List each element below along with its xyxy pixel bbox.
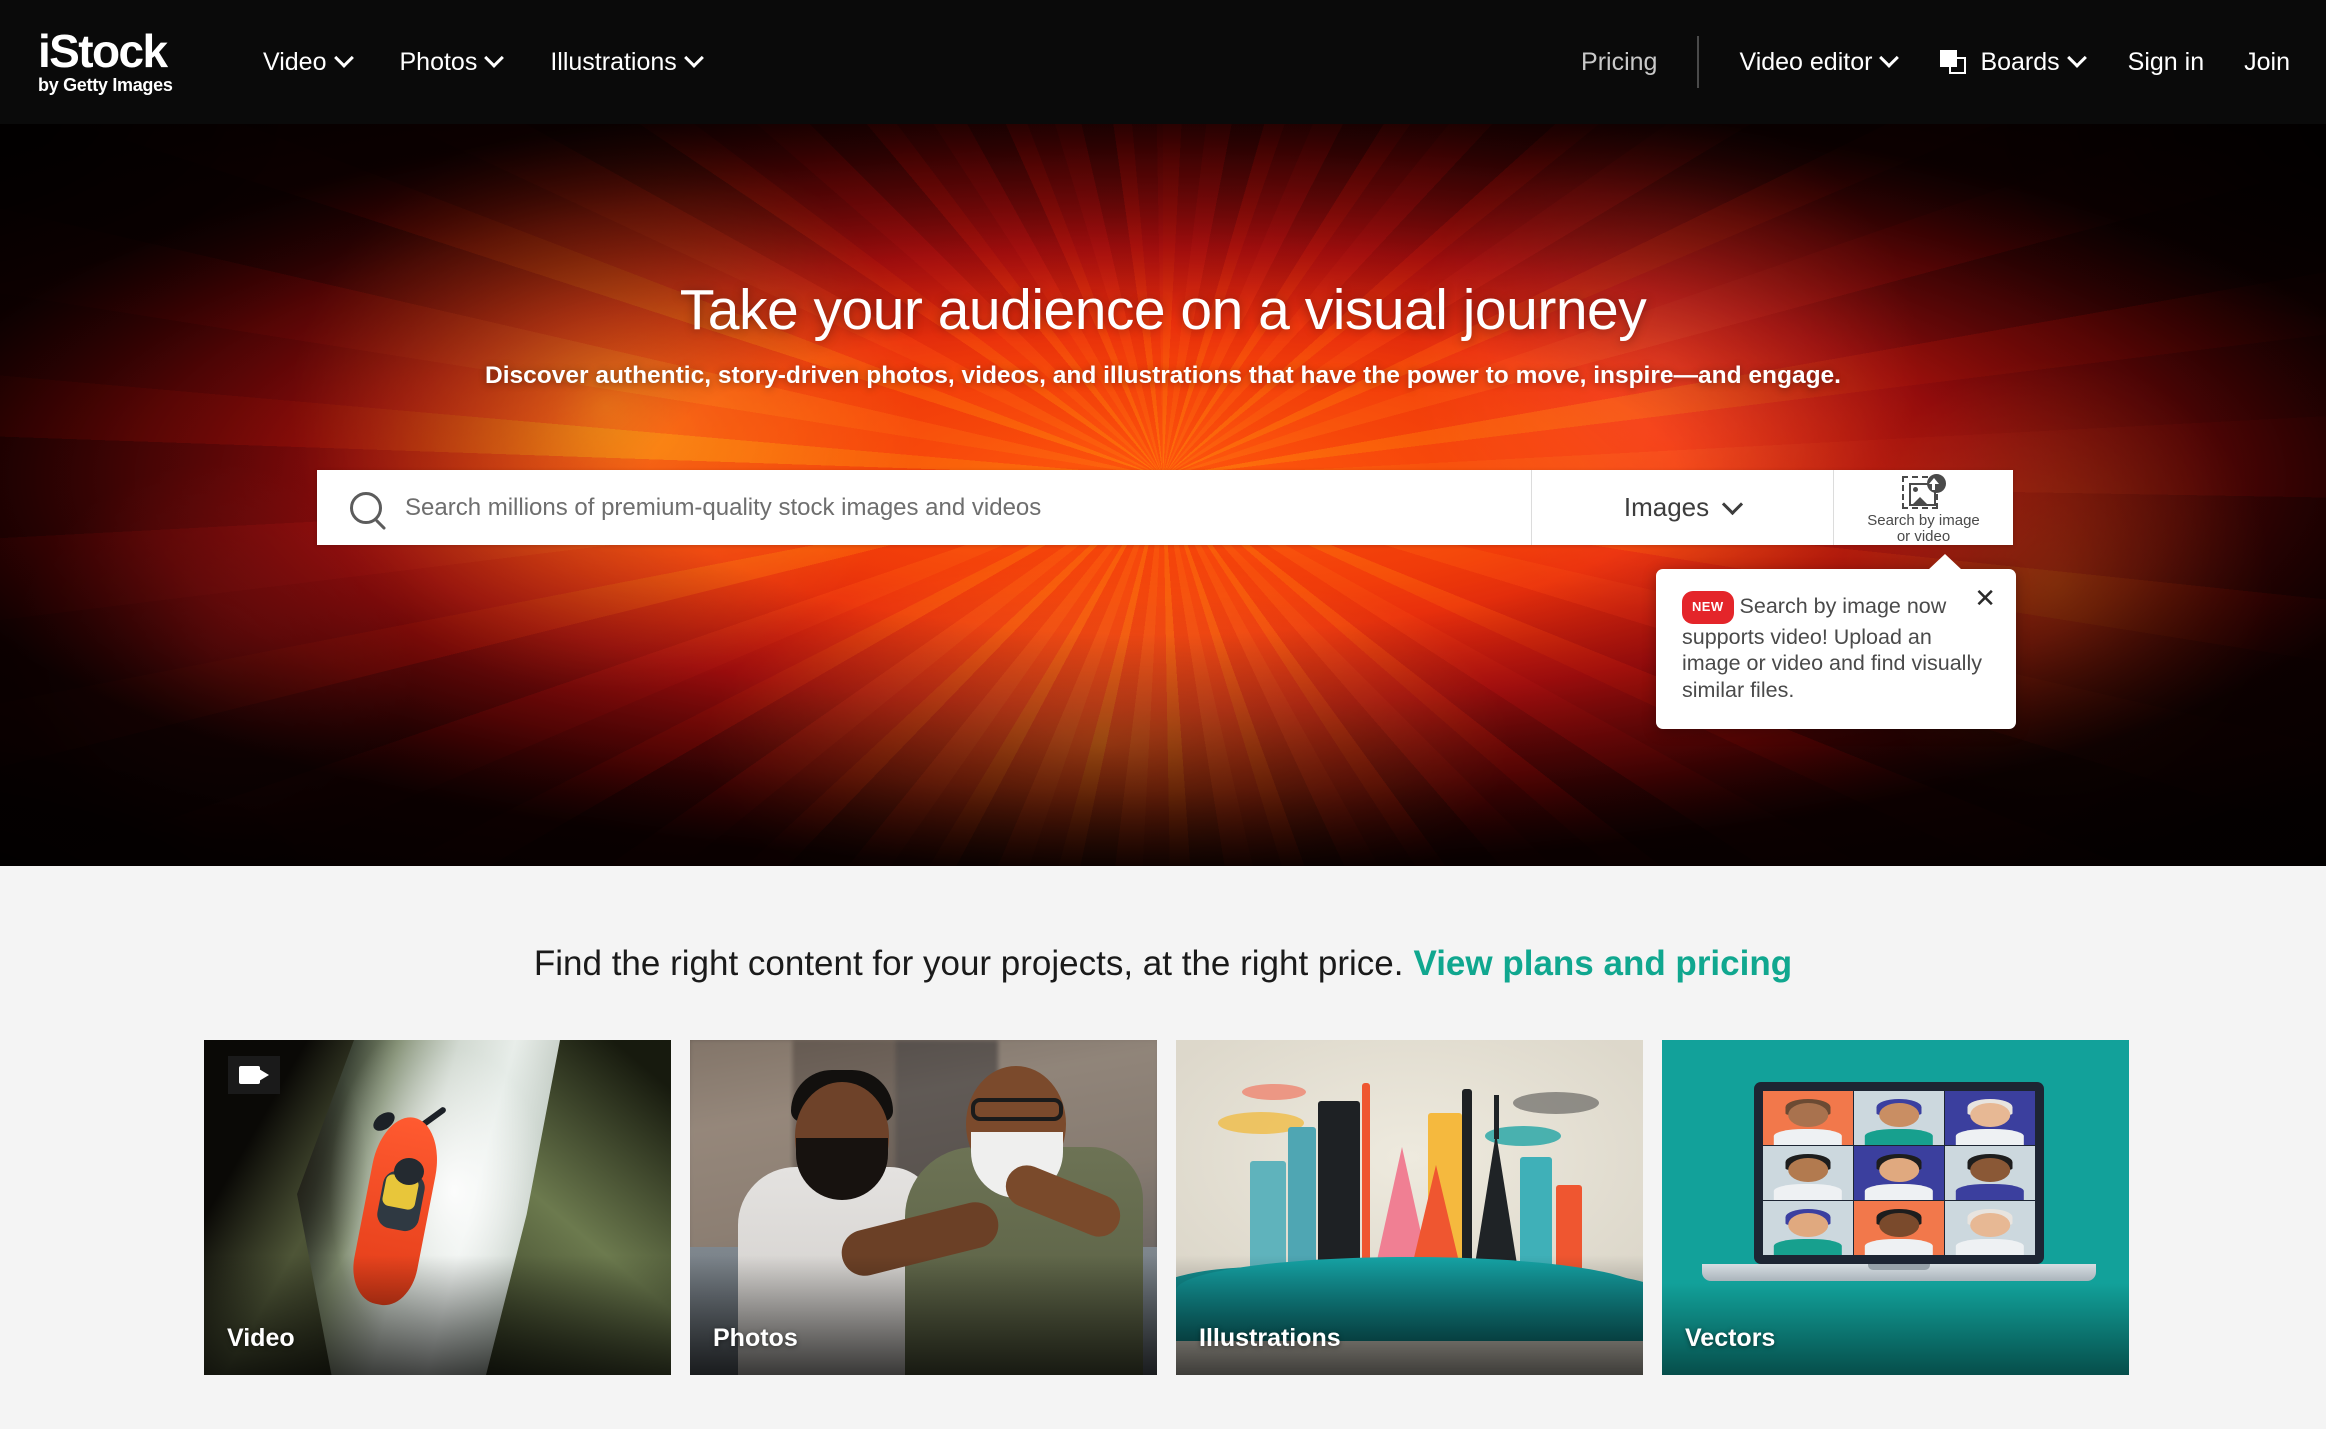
chevron-down-icon <box>487 51 503 67</box>
category-card-grid: Video Photos Illustrations Vectors <box>204 1040 2129 1375</box>
istock-logo[interactable]: iStock by Getty Images <box>38 24 218 96</box>
category-card-vectors[interactable]: Vectors <box>1662 1040 2129 1375</box>
decorative-laptop-screen <box>1754 1082 2044 1264</box>
search-by-image-line2: or video <box>1896 528 1951 545</box>
search-by-image-button[interactable]: Search by image or video <box>1833 470 2013 545</box>
decorative-participant <box>1945 1146 2035 1200</box>
category-card-label-video: Video <box>227 1324 295 1352</box>
card-scrim <box>204 1255 671 1375</box>
primary-nav: Video Photos Illustrations <box>263 48 703 77</box>
chevron-down-icon <box>2070 51 2086 67</box>
category-card-photos[interactable]: Photos <box>690 1040 1157 1375</box>
nav-item-video[interactable]: Video <box>263 48 353 77</box>
sign-in-link[interactable]: Sign in <box>2128 48 2204 77</box>
chevron-down-icon <box>687 51 703 67</box>
nav-item-pricing[interactable]: Pricing <box>1581 48 1657 77</box>
nav-label-photos: Photos <box>399 47 478 76</box>
nav-label-video: Video <box>263 47 327 76</box>
boards-icon <box>1940 50 1967 74</box>
hero-subtitle: Discover authentic, story-driven photos,… <box>485 362 1841 389</box>
decorative-participant <box>1763 1091 1853 1145</box>
content-type-value: Images <box>1623 492 1710 522</box>
video-badge <box>228 1056 280 1094</box>
decorative-participant <box>1854 1146 1944 1200</box>
search-by-image-tooltip: ✕ NEW Search by image now supports video!… <box>1656 554 2016 729</box>
category-card-label-photos: Photos <box>713 1324 798 1352</box>
chevron-down-icon <box>1725 497 1741 513</box>
pricing-strip-text: Find the right content for your projects… <box>533 944 1404 983</box>
search-icon <box>350 491 382 524</box>
site-header: iStock by Getty Images Video Photos Illu… <box>0 0 2326 124</box>
search-by-image-label: Search by image or video <box>1867 513 1980 545</box>
hero-title: Take your audience on a visual journey <box>679 278 1647 342</box>
nav-item-boards[interactable]: Boards <box>1940 48 2085 77</box>
card-scrim <box>690 1255 1157 1375</box>
secondary-nav: Pricing Video editor Boards Sign in Join <box>1581 36 2290 88</box>
decorative-participant <box>1945 1091 2035 1145</box>
decorative-video-call-grid <box>1763 1091 2035 1255</box>
logo-tagline: by Getty Images <box>38 74 173 95</box>
chevron-down-icon <box>1882 51 1898 67</box>
decorative-laptop <box>1702 1082 2096 1281</box>
decorative-participant <box>1763 1201 1853 1255</box>
tooltip-text: NEW Search by image now supports video! U… <box>1682 591 1990 703</box>
chevron-down-icon <box>337 51 353 67</box>
decorative-kayaker-helmet <box>394 1158 424 1185</box>
nav-item-illustrations[interactable]: Illustrations <box>550 48 702 77</box>
nav-item-photos[interactable]: Photos <box>400 48 504 77</box>
new-badge: NEW <box>1682 591 1734 624</box>
nav-label-boards: Boards <box>1980 47 2060 76</box>
category-card-label-illustrations: Illustrations <box>1199 1324 1341 1352</box>
category-card-video[interactable]: Video <box>204 1040 671 1375</box>
decorative-laptop-notch <box>1868 1264 1930 1270</box>
category-card-illustrations[interactable]: Illustrations <box>1176 1040 1643 1375</box>
search-field[interactable] <box>317 470 1531 545</box>
decorative-person-two-glasses <box>971 1098 1063 1121</box>
join-link[interactable]: Join <box>2244 48 2290 77</box>
logo-wordmark: iStock <box>38 24 168 77</box>
search-input[interactable] <box>405 493 1531 522</box>
nav-label-video-editor: Video editor <box>1739 47 1873 76</box>
pricing-strip: Find the right content for your projects… <box>0 944 2326 984</box>
decorative-tower-spire <box>1494 1095 1499 1139</box>
view-plans-and-pricing-link[interactable]: View plans and pricing <box>1414 944 1793 983</box>
search-by-image-line1: Search by image <box>1867 512 1980 529</box>
content-section: Find the right content for your projects… <box>0 866 2326 1429</box>
nav-divider <box>1697 36 1700 88</box>
decorative-participant <box>1945 1201 2035 1255</box>
decorative-participant <box>1854 1201 1944 1255</box>
decorative-participant <box>1854 1091 1944 1145</box>
video-camera-icon <box>239 1066 269 1084</box>
search-bar: Images Search by image or video <box>317 470 2013 545</box>
decorative-cloud <box>1513 1092 1599 1114</box>
image-upload-icon <box>1901 474 1946 509</box>
hero-banner: Take your audience on a visual journey D… <box>0 124 2326 866</box>
content-type-dropdown[interactable]: Images <box>1531 470 1833 545</box>
close-icon[interactable]: ✕ <box>1974 585 1996 611</box>
category-card-label-vectors: Vectors <box>1685 1324 1776 1352</box>
nav-label-illustrations: Illustrations <box>550 47 677 76</box>
card-scrim <box>1176 1255 1643 1375</box>
decorative-cloud <box>1242 1084 1306 1100</box>
nav-item-video-editor[interactable]: Video editor <box>1739 48 1898 77</box>
decorative-participant <box>1763 1146 1853 1200</box>
